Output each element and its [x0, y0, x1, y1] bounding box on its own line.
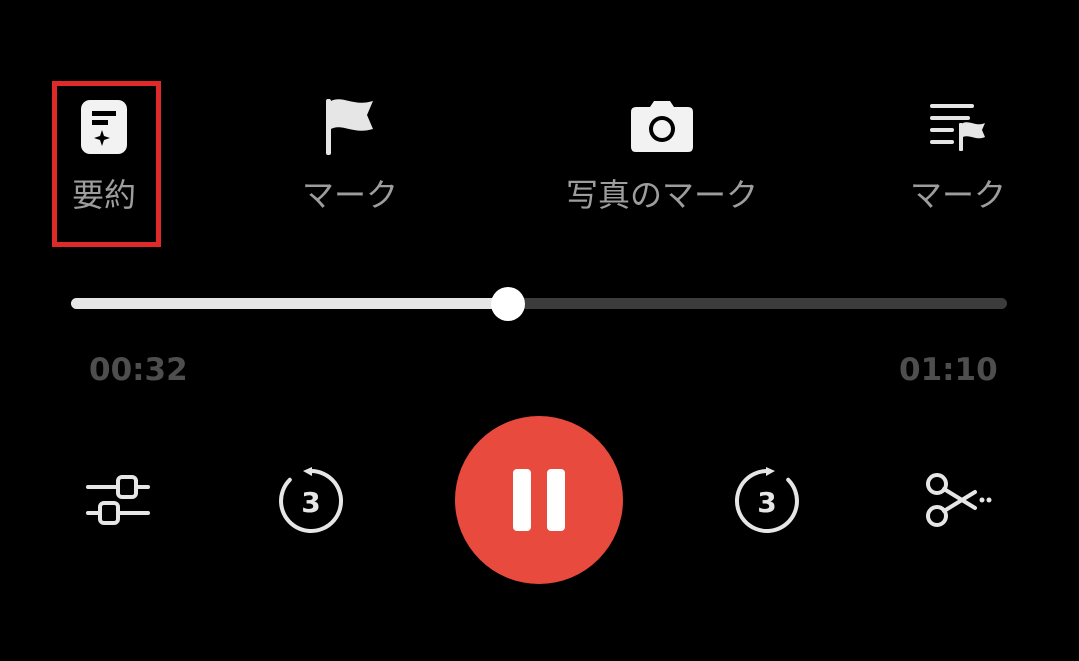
seek-bar-thumb[interactable] — [491, 287, 526, 321]
skip-forward-seconds: 3 — [757, 486, 776, 519]
seek-bar-progress — [71, 298, 509, 309]
forward-3-icon: 3 — [735, 467, 799, 533]
scissors-icon — [926, 473, 992, 527]
summary-document-icon — [72, 95, 136, 159]
mark-button[interactable]: マーク — [290, 85, 410, 235]
seek-bar[interactable] — [71, 287, 1007, 321]
rewind-3-icon: 3 — [279, 467, 343, 533]
camera-icon — [630, 95, 694, 159]
mark-label: マーク — [301, 176, 398, 214]
total-time: 01:10 — [899, 352, 998, 388]
skip-forward-button[interactable]: 3 — [731, 466, 803, 536]
skip-back-button[interactable]: 3 — [275, 466, 347, 536]
mark-list-button[interactable]: マーク — [900, 85, 1016, 235]
mark-list-label: マーク — [909, 176, 1006, 214]
equalizer-settings-button[interactable] — [82, 468, 154, 532]
elapsed-time: 00:32 — [89, 352, 188, 388]
pause-icon — [505, 469, 573, 531]
trim-button[interactable] — [922, 470, 994, 530]
mark-list-icon — [926, 95, 990, 159]
skip-back-seconds: 3 — [301, 486, 320, 519]
pause-button[interactable] — [455, 416, 623, 584]
photo-mark-label: 写真のマーク — [565, 176, 758, 214]
sliders-icon — [86, 475, 150, 525]
summary-label: 要約 — [71, 176, 136, 214]
flag-icon — [318, 95, 382, 159]
photo-mark-button[interactable]: 写真のマーク — [560, 85, 764, 235]
summary-button[interactable]: 要約 — [56, 85, 152, 235]
